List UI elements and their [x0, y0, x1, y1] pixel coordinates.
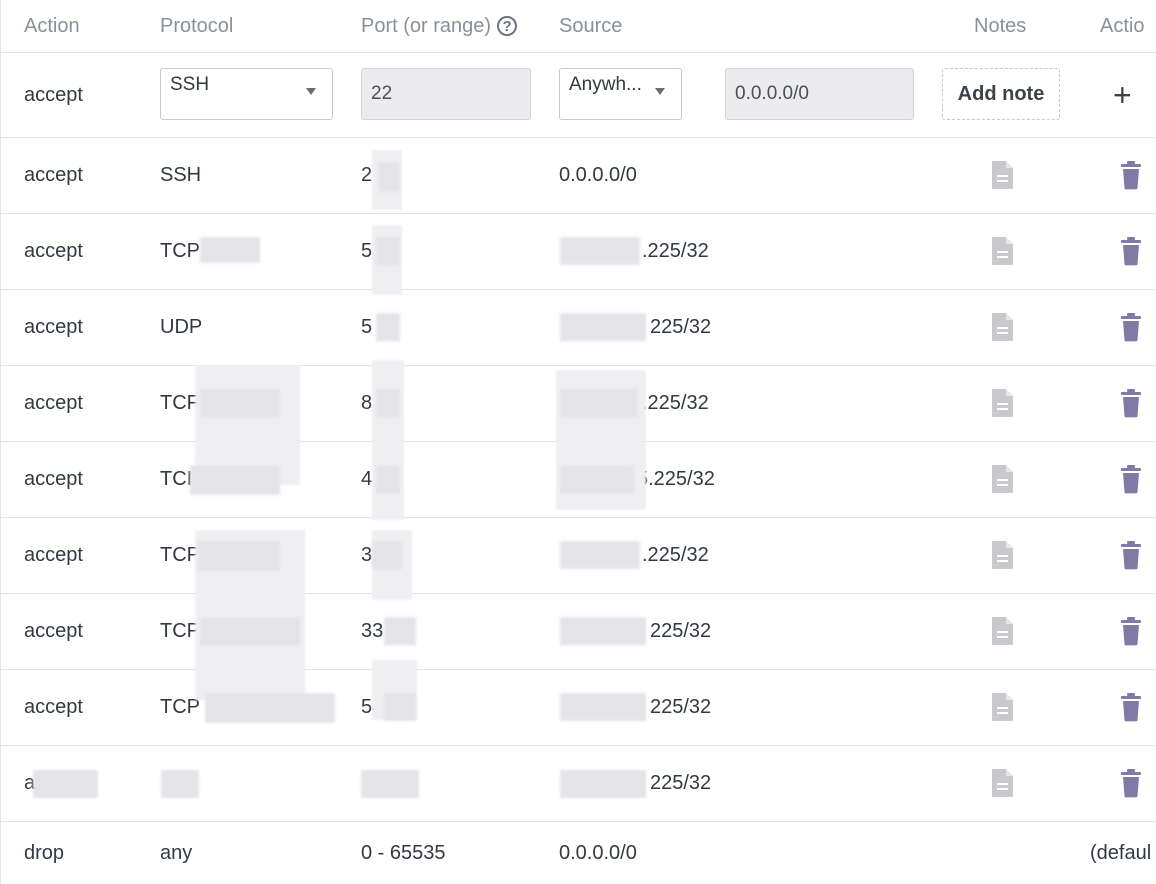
default-label: (defaul	[1090, 841, 1152, 864]
rule-port: 3	[361, 544, 373, 566]
note-icon[interactable]	[990, 464, 1016, 494]
rule-source: .225/32	[642, 544, 709, 566]
header-actions: Actio	[1100, 14, 1145, 37]
rule-port: 8	[361, 392, 373, 414]
new-rule-action: accept	[24, 83, 83, 106]
rule-action: accept	[24, 392, 83, 414]
rule-source: 0.0.0.0/0	[559, 164, 637, 186]
source-ip-input[interactable]: 0.0.0.0/0	[725, 68, 914, 120]
new-rule-row: accept SSH 22 Anywh... 0.0.0.0/0 Add not…	[1, 53, 1156, 138]
header-protocol: Protocol	[160, 14, 234, 37]
port-input-value: 22	[371, 83, 393, 104]
header-source: Source	[559, 14, 623, 37]
trash-icon[interactable]	[1119, 464, 1143, 494]
rule-source: .225/32	[642, 240, 709, 262]
rule-protocol: TCF	[160, 392, 199, 414]
add-note-button[interactable]: Add note	[942, 68, 1060, 120]
plus-icon[interactable]: +	[1113, 53, 1132, 137]
help-icon[interactable]: ?	[497, 16, 518, 36]
header-port-label: Port (or range)	[361, 14, 492, 37]
note-icon[interactable]	[990, 616, 1016, 646]
trash-icon[interactable]	[1119, 692, 1143, 722]
rule-protocol: TCP	[160, 696, 200, 718]
rule-action: accept	[24, 316, 83, 338]
rule-action: accept	[24, 544, 83, 566]
header-notes: Notes	[974, 14, 1027, 37]
rule-port: 5	[361, 316, 373, 338]
trash-icon[interactable]	[1119, 312, 1143, 342]
source-select-value: Anywh...	[569, 74, 642, 95]
rule-source: 225/32	[650, 620, 712, 642]
rule-source: .225/32	[642, 392, 709, 414]
rule-protocol: TCP	[160, 544, 200, 566]
rule-action: drop	[24, 841, 65, 864]
rule-action: accept	[24, 696, 83, 718]
protocol-select[interactable]: SSH	[160, 68, 333, 120]
rule-protocol: any	[160, 841, 193, 864]
rule-port: 0 - 65535	[361, 841, 446, 864]
table-header: Action Protocol Port (or range) ? Source…	[1, 0, 1156, 53]
note-icon[interactable]	[990, 388, 1016, 418]
rule-port: 4	[361, 468, 373, 490]
rule-source: 225/32	[650, 772, 712, 794]
table-row: accept SSH 2 0.0.0.0/0	[1, 138, 1156, 214]
rule-port: 5	[361, 240, 373, 262]
trash-icon[interactable]	[1119, 388, 1143, 418]
header-action: Action	[24, 14, 80, 37]
trash-icon[interactable]	[1119, 768, 1143, 798]
note-icon[interactable]	[990, 312, 1016, 342]
rule-protocol: TCI	[160, 468, 193, 490]
default-rule-row: drop any 0 - 65535 0.0.0.0/0 (defaul	[1, 822, 1156, 884]
trash-icon[interactable]	[1119, 616, 1143, 646]
chevron-down-icon	[306, 88, 316, 95]
rule-action: accept	[24, 240, 83, 262]
rule-source: 5.225/32	[637, 468, 715, 490]
rule-port: 2	[361, 164, 373, 186]
port-input[interactable]: 22	[361, 68, 531, 120]
rule-action: accept	[24, 468, 83, 490]
rule-protocol: TCP	[160, 620, 200, 642]
chevron-down-icon	[655, 88, 665, 95]
rule-protocol: UDP	[160, 316, 203, 338]
note-icon[interactable]	[990, 540, 1016, 570]
rule-source: 225/32	[650, 696, 712, 718]
rule-action: accept	[24, 620, 83, 642]
trash-icon[interactable]	[1119, 236, 1143, 266]
rule-source: 0.0.0.0/0	[559, 841, 637, 864]
note-icon[interactable]	[990, 236, 1016, 266]
rule-protocol: SSH	[160, 164, 202, 186]
protocol-select-value: SSH	[170, 74, 210, 95]
rule-action: accept	[24, 164, 83, 186]
header-port: Port (or range) ?	[361, 0, 518, 52]
note-icon[interactable]	[990, 160, 1016, 190]
rule-source: 225/32	[650, 316, 712, 338]
note-icon[interactable]	[990, 692, 1016, 722]
source-select[interactable]: Anywh...	[559, 68, 682, 120]
rule-protocol: TCP	[160, 240, 200, 262]
source-ip-value: 0.0.0.0/0	[735, 83, 809, 104]
rule-port: 33	[361, 620, 384, 642]
note-icon[interactable]	[990, 768, 1016, 798]
trash-icon[interactable]	[1119, 540, 1143, 570]
trash-icon[interactable]	[1119, 160, 1143, 190]
